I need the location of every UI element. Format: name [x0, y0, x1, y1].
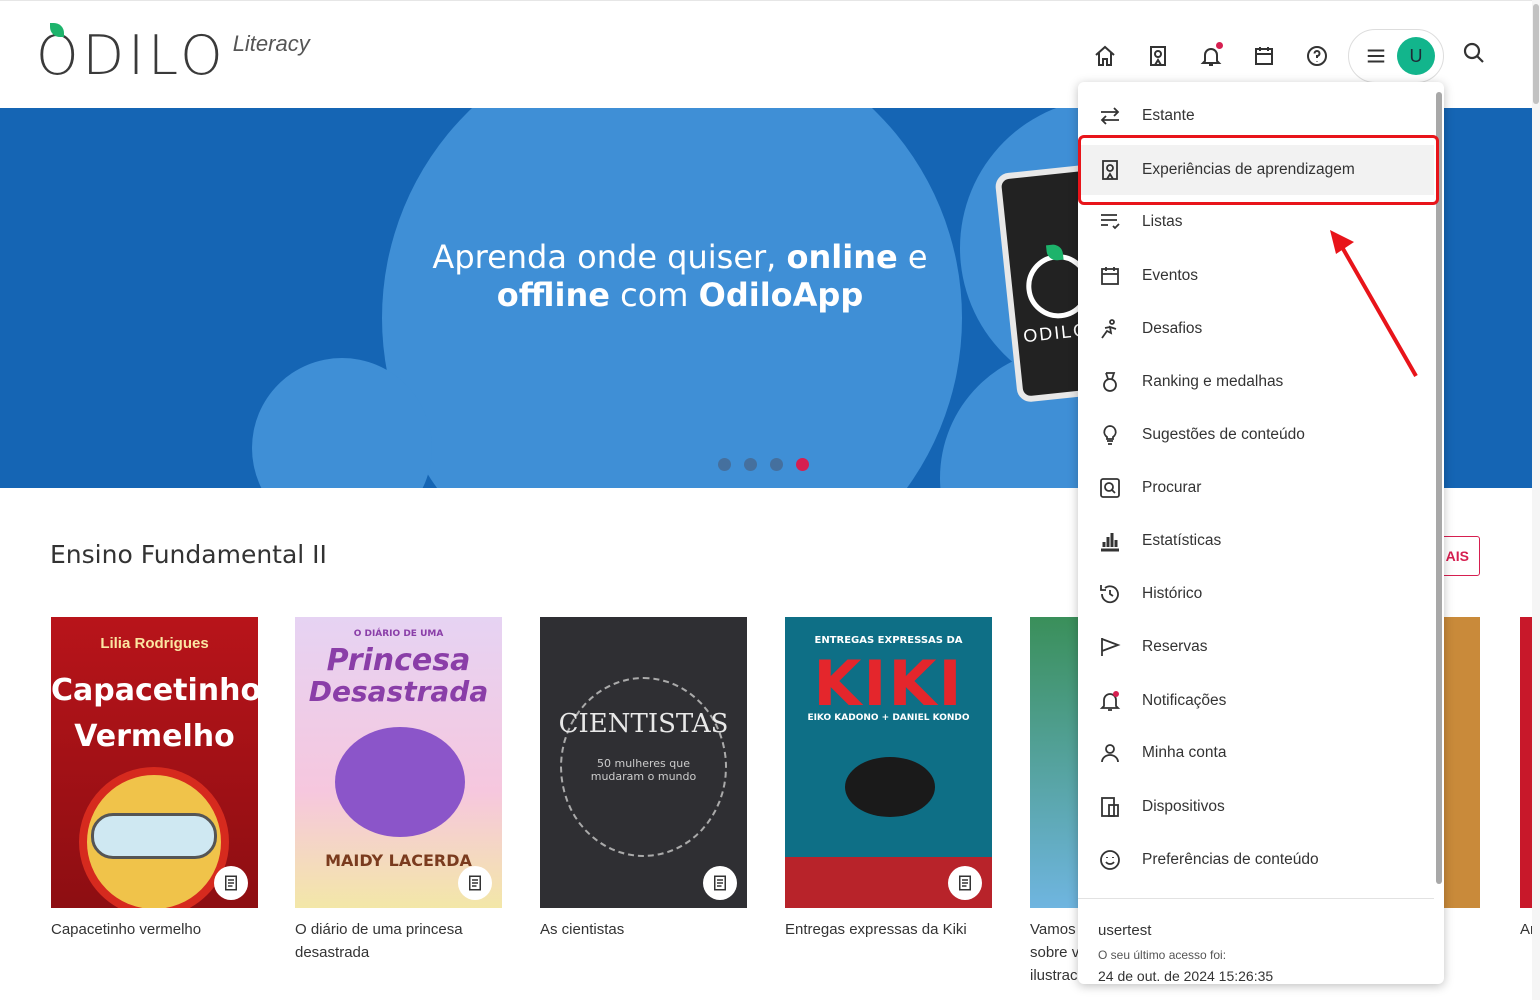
bell-icon: [1099, 691, 1121, 711]
bar-chart-icon: [1101, 533, 1119, 552]
banner-headline: Aprenda onde quiser, online e offline co…: [432, 238, 928, 314]
book-cover[interactable]: O DIÁRIO DE UMA Princesa Desastrada MAID…: [295, 617, 502, 908]
book-title[interactable]: Ar: [1520, 918, 1532, 941]
menu-scrollbar[interactable]: [1436, 92, 1442, 884]
devices-icon: [1101, 797, 1119, 817]
menu-last-access-date: 24 de out. de 2024 15:26:35: [1098, 968, 1274, 984]
calendar-icon: [1255, 47, 1273, 65]
book-card[interactable]: CIENTISTAS 50 mulheres que mudaram o mun…: [540, 617, 747, 941]
menu-item-reservas[interactable]: Reservas: [1078, 622, 1434, 672]
book-title[interactable]: As cientistas: [540, 918, 747, 941]
section-title: Ensino Fundamental II: [50, 540, 327, 569]
book-card[interactable]: Ar: [1520, 617, 1532, 941]
book-card[interactable]: O DIÁRIO DE UMA Princesa Desastrada MAID…: [295, 617, 502, 964]
book-cover[interactable]: Lilia Rodrigues Capacetinho Vermelho: [51, 617, 258, 908]
page-scrollbar[interactable]: [1532, 0, 1540, 1000]
help-icon: [1307, 46, 1327, 66]
menu-item-notificacoes[interactable]: Notificações: [1078, 676, 1434, 726]
menu-item-sugestoes[interactable]: Sugestões de conteúdo: [1078, 410, 1434, 460]
cover-witch-illustration: [845, 757, 935, 817]
challenge-icon: [1101, 319, 1117, 339]
learning-icon: [1150, 46, 1166, 66]
search-box-icon: [1100, 478, 1120, 498]
header-nav: [1086, 37, 1351, 75]
user-dropdown-menu: Estante Experiências de aprendizagem Lis…: [1078, 82, 1444, 984]
carousel-dot-3[interactable]: [770, 458, 783, 471]
events-button[interactable]: [1245, 37, 1283, 75]
hamburger-icon: [1367, 49, 1385, 63]
menu-item-preferencias[interactable]: Preferências de conteúdo: [1078, 835, 1434, 885]
smiley-icon: [1100, 850, 1120, 870]
carousel-dot-2[interactable]: [744, 458, 757, 471]
ebook-icon: [225, 875, 237, 891]
book-card[interactable]: ENTREGAS EXPRESSAS DA KIKI EIKO KADONO +…: [785, 617, 992, 941]
book-title[interactable]: Entregas expressas da Kiki: [785, 918, 992, 941]
ebook-icon: [469, 875, 481, 891]
book-card[interactable]: Vamos sobre v ilustrac: [1030, 617, 1080, 987]
annotation-arrow: [1330, 230, 1418, 377]
logo-subtitle: Literacy: [232, 31, 310, 56]
book-card[interactable]: Lilia Rodrigues Capacetinho Vermelho Cap…: [51, 617, 258, 941]
format-badge: [703, 866, 737, 900]
page-scroll-thumb[interactable]: [1533, 4, 1539, 104]
annotation-highlight-box: [1078, 135, 1439, 205]
ebook-icon: [959, 875, 971, 891]
menu-divider: [1078, 898, 1434, 899]
cover-goggles: [91, 813, 217, 859]
carousel-dot-4[interactable]: [796, 458, 809, 471]
menu-username: usertest: [1098, 922, 1152, 939]
logo-text: ODILO: [36, 24, 227, 87]
ebook-icon: [714, 875, 726, 891]
notifications-button[interactable]: [1192, 37, 1230, 75]
notification-dot: [1216, 42, 1223, 49]
search-icon: [1463, 42, 1484, 63]
menu-item-historico[interactable]: Histórico: [1078, 569, 1434, 619]
odilo-logo[interactable]: ODILO Literacy: [36, 23, 310, 83]
cover-girl-illustration: [335, 727, 465, 837]
avatar: U: [1397, 37, 1435, 75]
format-badge: [458, 866, 492, 900]
carousel-dot-1[interactable]: [718, 458, 731, 471]
book-title[interactable]: Capacetinho vermelho: [51, 918, 258, 941]
lightbulb-icon: [1103, 425, 1117, 445]
book-cover[interactable]: [1520, 617, 1532, 908]
swap-icon: [1100, 107, 1120, 125]
help-button[interactable]: [1298, 37, 1336, 75]
format-badge: [948, 866, 982, 900]
user-menu-button[interactable]: U: [1348, 29, 1444, 83]
menu-item-estatisticas[interactable]: Estatísticas: [1078, 516, 1434, 566]
learning-button[interactable]: [1139, 37, 1177, 75]
menu-item-minha-conta[interactable]: Minha conta: [1078, 728, 1434, 778]
book-card[interactable]: [1444, 617, 1480, 908]
flag-icon: [1101, 638, 1121, 656]
book-cover[interactable]: [1030, 617, 1080, 908]
menu-item-estante[interactable]: Estante: [1078, 91, 1434, 141]
menu-item-dispositivos[interactable]: Dispositivos: [1078, 782, 1434, 832]
calendar-icon: [1101, 267, 1119, 285]
carousel-dots: [718, 458, 822, 471]
home-icon: [1095, 45, 1115, 66]
menu-item-procurar[interactable]: Procurar: [1078, 463, 1434, 513]
book-title[interactable]: O diário de uma princesa desastrada: [295, 918, 502, 964]
book-title[interactable]: Vamos sobre v ilustrac: [1030, 918, 1080, 987]
list-heart-icon: [1101, 214, 1120, 230]
book-cover[interactable]: [1444, 617, 1480, 908]
search-button[interactable]: [1462, 41, 1492, 71]
book-cover[interactable]: ENTREGAS EXPRESSAS DA KIKI EIKO KADONO +…: [785, 617, 992, 908]
medal-icon: [1103, 372, 1117, 392]
format-badge: [214, 866, 248, 900]
history-icon: [1100, 585, 1119, 604]
user-icon: [1101, 744, 1119, 763]
home-button[interactable]: [1086, 37, 1124, 75]
menu-last-access-label: O seu último acesso foi:: [1098, 948, 1227, 962]
book-cover[interactable]: CIENTISTAS 50 mulheres que mudaram o mun…: [540, 617, 747, 908]
